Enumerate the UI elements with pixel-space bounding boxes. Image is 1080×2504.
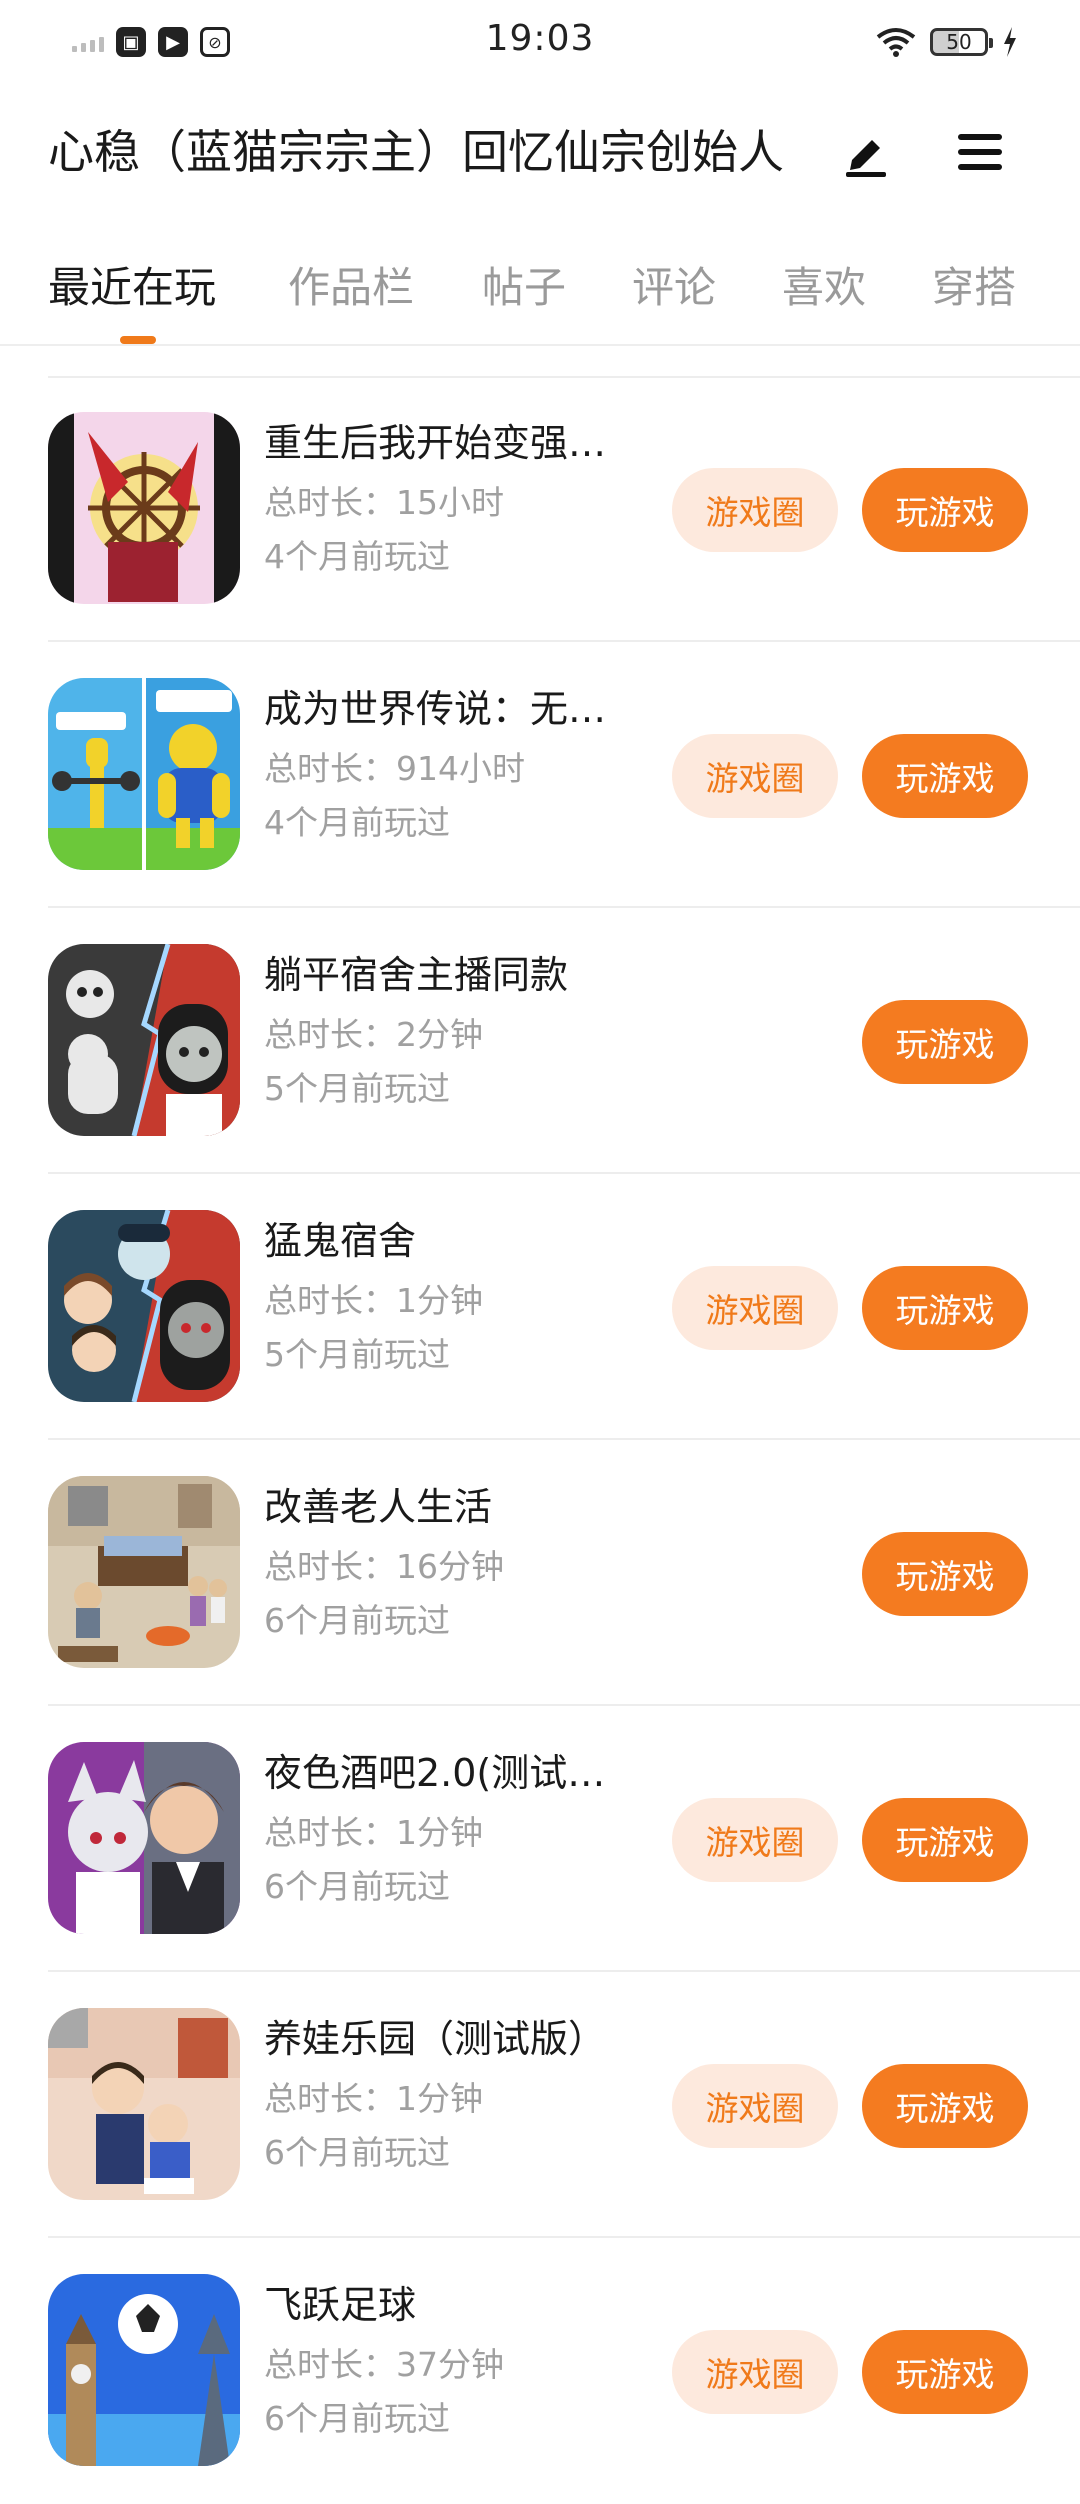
list-item[interactable]: 重生后我开始变强… 总时长：15小时 4个月前玩过 游戏圈 玩游戏 [0,376,1080,642]
list-item[interactable]: 躺平宿舍主播同款 总时长：2分钟 5个月前玩过 玩游戏 [0,908,1080,1174]
play-game-button[interactable]: 玩游戏 [862,1532,1028,1616]
status-right: 50 [876,24,1018,60]
game-duration: 总时长：1分钟 [264,2079,483,2118]
game-last-played: 6个月前玩过 [264,2133,450,2172]
game-circle-button[interactable]: 游戏圈 [672,734,838,818]
play-game-button[interactable]: 玩游戏 [862,468,1028,552]
game-icon[interactable] [48,678,240,870]
edit-button[interactable] [838,124,894,180]
game-icon[interactable] [48,944,240,1136]
game-duration: 总时长：1分钟 [264,1281,483,1320]
game-icon[interactable] [48,2274,240,2466]
game-name: 躺平宿舍主播同款 [264,953,569,997]
game-last-played: 6个月前玩过 [264,1601,450,1640]
game-last-played: 4个月前玩过 [264,803,450,842]
tab-outfits[interactable]: 穿搭 [932,254,1016,315]
list-item[interactable]: 夜色酒吧2.0(测试… 总时长：1分钟 6个月前玩过 游戏圈 玩游戏 [0,1706,1080,1972]
pen-icon [846,140,886,177]
game-name: 成为世界传说：无… [264,687,607,731]
game-icon[interactable] [48,1210,240,1402]
game-name: 养娃乐园（测试版） [264,2017,607,2061]
tab-posts[interactable]: 帖子 [482,254,566,315]
menu-button[interactable] [952,124,1008,180]
play-game-button[interactable]: 玩游戏 [862,2330,1028,2414]
game-icon[interactable] [48,1476,240,1668]
charging-icon [1004,27,1016,57]
game-last-played: 6个月前玩过 [264,2399,450,2438]
game-circle-button[interactable]: 游戏圈 [672,468,838,552]
game-name: 飞跃足球 [264,2283,417,2327]
game-duration: 总时长：16分钟 [264,1547,504,1586]
game-duration: 总时长：15小时 [264,483,504,522]
game-circle-button[interactable]: 游戏圈 [672,1798,838,1882]
play-game-button[interactable]: 玩游戏 [862,1798,1028,1882]
game-circle-button[interactable]: 游戏圈 [672,2330,838,2414]
game-icon[interactable] [48,412,240,604]
game-name: 重生后我开始变强… [264,421,607,465]
game-icon[interactable] [48,1742,240,1934]
game-icon[interactable] [48,2008,240,2200]
wifi-icon [876,28,916,57]
active-tab-indicator [120,336,156,344]
battery-level: 50 [946,30,972,54]
menu-icon [958,134,1002,170]
game-name: 改善老人生活 [264,1485,493,1529]
tab-works[interactable]: 作品栏 [288,254,414,315]
play-game-button[interactable]: 玩游戏 [862,734,1028,818]
list-item[interactable]: 猛鬼宿舍 总时长：1分钟 5个月前玩过 游戏圈 玩游戏 [0,1174,1080,1440]
game-duration: 总时长：1分钟 [264,1813,483,1852]
status-bar: ▣ ▶ ⊘ 19:03 50 [0,0,1080,84]
game-last-played: 5个月前玩过 [264,1335,450,1374]
list-item[interactable]: 飞跃足球 总时长：37分钟 6个月前玩过 游戏圈 玩游戏 [0,2238,1080,2504]
tab-comments[interactable]: 评论 [632,254,716,315]
list-item[interactable]: 养娃乐园（测试版） 总时长：1分钟 6个月前玩过 游戏圈 玩游戏 [0,1972,1080,2238]
game-duration: 总时长：37分钟 [264,2345,504,2384]
game-circle-button[interactable]: 游戏圈 [672,1266,838,1350]
tab-likes[interactable]: 喜欢 [782,254,866,315]
game-duration: 总时长：914小时 [264,749,525,788]
game-last-played: 6个月前玩过 [264,1867,450,1906]
game-name: 夜色酒吧2.0(测试… [264,1751,606,1795]
game-name: 猛鬼宿舍 [264,1219,417,1263]
game-last-played: 4个月前玩过 [264,537,450,576]
play-game-button[interactable]: 玩游戏 [862,1000,1028,1084]
game-duration: 总时长：2分钟 [264,1015,483,1054]
list-item[interactable]: 成为世界传说：无… 总时长：914小时 4个月前玩过 游戏圈 玩游戏 [0,642,1080,908]
profile-title: 心稳（蓝猫宗宗主）回忆仙宗创始人 [48,125,784,179]
battery-icon: 50 [930,28,993,56]
game-circle-button[interactable]: 游戏圈 [672,2064,838,2148]
play-game-button[interactable]: 玩游戏 [862,1266,1028,1350]
play-game-button[interactable]: 玩游戏 [862,2064,1028,2148]
game-last-played: 5个月前玩过 [264,1069,450,1108]
profile-header: 心稳（蓝猫宗宗主）回忆仙宗创始人 [0,100,1080,200]
list-item[interactable]: 改善老人生活 总时长：16分钟 6个月前玩过 玩游戏 [0,1440,1080,1706]
profile-tabs: 最近在玩 作品栏 帖子 评论 喜欢 穿搭 [0,240,1080,346]
tab-recent[interactable]: 最近在玩 [48,254,216,315]
